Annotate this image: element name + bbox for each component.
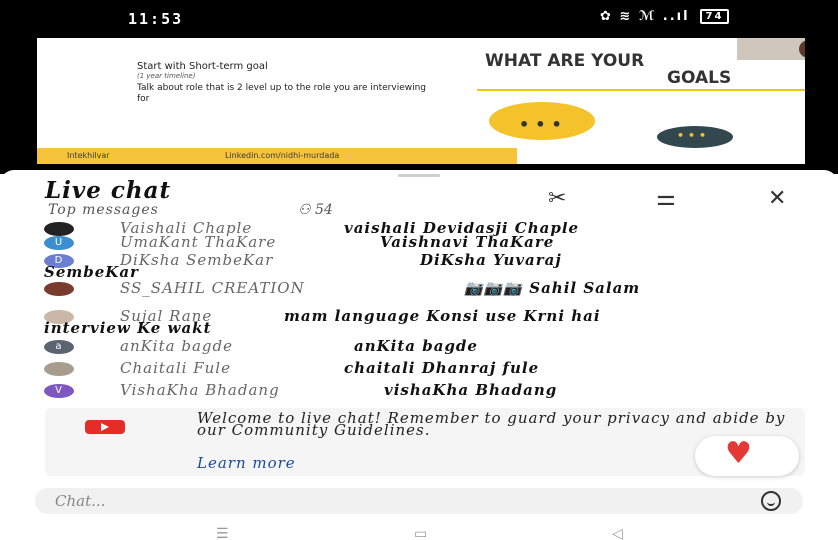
home-icon[interactable]: ▭ xyxy=(414,526,427,540)
video-player[interactable]: Start with Short-term goal (1 year timel… xyxy=(0,38,838,174)
message-text: mam language Konsi use Krni hai intervie… xyxy=(44,307,601,337)
avatar[interactable]: a xyxy=(44,340,74,354)
footer-right: Linkedin.com/nidhi-murdada xyxy=(225,151,340,160)
slide: Start with Short-term goal (1 year timel… xyxy=(37,38,805,164)
screen: 11:53 ✿ ≋ ℳ ..ıl 74 Start with Short-ter… xyxy=(0,0,838,540)
message-author[interactable]: VishaKha Bhadang xyxy=(120,383,280,398)
message-text: anKita bagde xyxy=(354,337,478,355)
footer-left: Intekhilvar xyxy=(67,151,110,160)
heart-icon: ♥ xyxy=(725,436,752,471)
slide-title-1: WHAT ARE YOUR xyxy=(485,51,645,71)
message-text: chaitali Dhanraj fule xyxy=(344,359,540,377)
nav-bar: ☰ ▭ ◁ xyxy=(0,526,838,540)
webcam-overlay xyxy=(737,38,805,60)
close-icon[interactable]: ✕ xyxy=(768,186,786,211)
back-icon[interactable]: ◁ xyxy=(612,526,623,540)
youtube-icon xyxy=(85,420,125,434)
message-list[interactable]: Vaishali Chaple vaishali Devidasji Chaple… xyxy=(0,222,838,408)
heart-button[interactable]: ♥ xyxy=(695,436,799,476)
scissors-icon[interactable]: ✂ xyxy=(548,186,566,211)
speech-bubble-icon: ••• xyxy=(657,126,733,148)
status-icons: ✿ ≋ ℳ ..ıl 74 xyxy=(600,9,730,24)
slide-line1: Start with Short-term goal xyxy=(137,61,268,72)
person-icon: ⚇ xyxy=(298,202,316,218)
welcome-banner: Welcome to live chat! Remember to guard … xyxy=(45,408,805,476)
welcome-text: Welcome to live chat! Remember to guard … xyxy=(197,409,786,439)
emoji-icon[interactable] xyxy=(761,491,781,511)
menu-icon[interactable]: ☰ xyxy=(216,526,229,540)
chat-title: Live chat xyxy=(45,177,172,204)
message-text: DiKsha Yuvaraj SembeKar xyxy=(44,251,562,281)
slide-divider xyxy=(477,89,805,91)
message-text: 📷📷📷 Sahil Salam xyxy=(464,279,641,297)
slide-footer: Intekhilvar Linkedin.com/nidhi-murdada xyxy=(37,148,517,164)
learn-more-link[interactable]: Learn more xyxy=(197,454,296,472)
status-bar: 11:53 ✿ ≋ ℳ ..ıl 74 xyxy=(0,0,838,38)
battery-icon: 74 xyxy=(699,9,730,24)
message-author[interactable]: UmaKant ThaKare xyxy=(120,235,276,250)
avatar[interactable]: V xyxy=(44,384,74,398)
live-chat-panel: Live chat Top messages ⚇ 54 ✂ ⚌ ✕ Vaisha… xyxy=(0,170,838,540)
filter-icon[interactable]: ⚌ xyxy=(656,186,676,211)
avatar[interactable]: U xyxy=(44,236,74,250)
slide-title-2: GOALS xyxy=(667,68,732,88)
chat-input[interactable] xyxy=(55,490,735,512)
drag-handle[interactable] xyxy=(398,174,440,177)
chat-input-bar xyxy=(35,488,803,514)
avatar[interactable] xyxy=(44,222,74,236)
message-author[interactable]: anKita bagde xyxy=(120,339,233,354)
status-indicators: ✿ ≋ ℳ ..ıl xyxy=(600,9,690,24)
slide-line2: (1 year timeline) xyxy=(137,72,196,80)
slide-line3: Talk about role that is 2 level up to th… xyxy=(137,83,427,104)
message-author[interactable]: Chaitali Fule xyxy=(120,361,231,376)
presenter-face xyxy=(799,40,805,58)
avatar[interactable] xyxy=(44,362,74,376)
speech-bubble-icon: ••• xyxy=(489,102,595,140)
status-time: 11:53 xyxy=(128,10,184,28)
message-text: vishaKha Bhadang xyxy=(384,381,558,399)
viewer-count-value: 54 xyxy=(315,202,333,218)
top-messages-dropdown[interactable]: Top messages xyxy=(48,202,159,218)
viewer-count: ⚇ 54 xyxy=(298,202,333,218)
message-text: Vaishnavi ThaKare xyxy=(380,233,555,251)
